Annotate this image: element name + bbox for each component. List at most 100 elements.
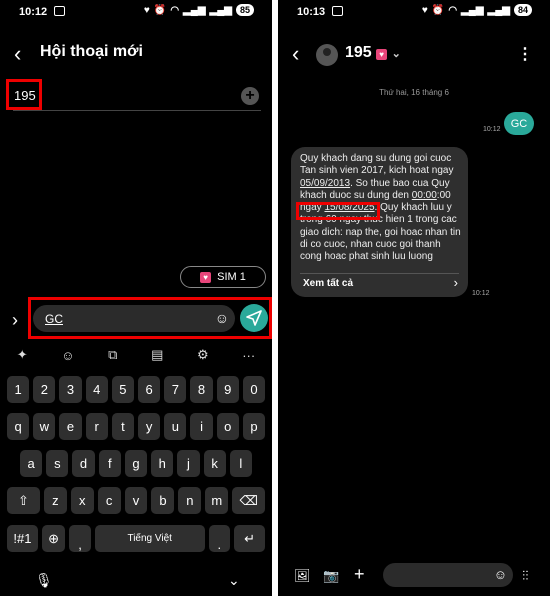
key-4[interactable]: 4 (85, 376, 108, 403)
heart-icon: ♥ (143, 4, 150, 16)
sent-message-bubble[interactable]: GC (504, 112, 534, 135)
add-attachment-icon[interactable]: + (354, 564, 365, 585)
key-!#1[interactable]: !#1 (7, 525, 38, 552)
key-5[interactable]: 5 (111, 376, 135, 403)
key-n[interactable]: n (178, 487, 202, 514)
key-⇧[interactable]: ⇧ (7, 487, 40, 514)
alarm-icon: ⏰ (153, 4, 167, 16)
signal-icon-2: ▂▄▆ (487, 4, 510, 16)
key-b[interactable]: b (151, 487, 175, 514)
more-options-icon[interactable]: ⋮ (517, 44, 533, 64)
time-link[interactable]: 00:00 (412, 190, 437, 201)
key-i[interactable]: i (190, 413, 213, 440)
camera-icon[interactable]: 📷 (323, 568, 339, 584)
date-divider: Thứ hai, 16 tháng 6 (379, 88, 449, 97)
key-f[interactable]: f (98, 450, 121, 477)
key-Tiếng Việt[interactable]: Tiếng Việt (94, 525, 205, 552)
back-button[interactable]: ‹ (292, 43, 299, 65)
key-x[interactable]: x (70, 487, 94, 514)
key-↵[interactable]: ↵ (234, 525, 265, 552)
recipient-underline (13, 110, 261, 111)
message-input[interactable]: ☺ (383, 563, 513, 587)
keyboard-row-bottom: !#1 ⊕, Tiếng Việt. ↵ (0, 525, 272, 552)
key-e[interactable]: e (59, 413, 82, 440)
key-u[interactable]: u (164, 413, 187, 440)
page-title: Hội thoại mới (40, 43, 143, 60)
signal-icon: ▂▄▆ (183, 4, 206, 16)
key-h[interactable]: h (151, 450, 174, 477)
divider (300, 273, 459, 274)
key-,[interactable]: , (69, 525, 91, 552)
key-⊕[interactable]: ⊕ (41, 525, 66, 552)
battery-indicator: 85 (235, 4, 254, 16)
status-bar: 10:13 ♥ ⏰ ◠ ▂▄▆ ▂▄▆ 84 (278, 0, 550, 26)
key-0[interactable]: 0 (242, 376, 266, 403)
gallery-icon[interactable]: 🖼 (294, 568, 311, 584)
new-conversation-screen: 10:12 ♥ ⏰ ◠ ▂▄▆ ▂▄▆ 85 ‹ Hội thoại mới 1… (0, 0, 272, 596)
key-7[interactable]: 7 (164, 376, 187, 403)
emoji-icon[interactable]: ☺ (494, 567, 507, 582)
key-s[interactable]: s (46, 450, 69, 477)
signal-icon: ▂▄▆ (461, 4, 484, 16)
avatar[interactable] (316, 44, 338, 66)
clipboard-icon[interactable]: ▤ (151, 347, 163, 363)
key-j[interactable]: j (177, 450, 200, 477)
key-o[interactable]: o (216, 413, 239, 440)
received-time: 10:12 (472, 290, 490, 297)
contact-title[interactable]: 195 ♥ ⌄ (345, 44, 401, 62)
sent-time: 10:12 (483, 126, 501, 133)
key-r[interactable]: r (85, 413, 108, 440)
key-c[interactable]: c (97, 487, 121, 514)
key-w[interactable]: w (33, 413, 56, 440)
keyboard-toolbar: ✦ ☺ ⧉ ▤ ⚙ ··· (0, 343, 272, 367)
key-3[interactable]: 3 (59, 376, 82, 403)
heart-icon: ♥ (421, 4, 428, 16)
wifi-icon: ◠ (170, 4, 180, 16)
emoji-panel-icon[interactable]: ☺ (61, 348, 74, 363)
see-all-button[interactable]: Xem tất cả (303, 278, 353, 289)
wifi-icon: ◠ (448, 4, 458, 16)
more-options-icon[interactable]: ··· (242, 348, 255, 363)
back-button[interactable]: ‹ (14, 43, 21, 65)
sim-select-button[interactable]: ♥ SIM 1 (180, 266, 266, 288)
expand-chevron-icon[interactable]: › (12, 310, 18, 331)
add-recipient-button[interactable]: + (241, 87, 259, 105)
date-link[interactable]: 05/09/2013 (300, 178, 350, 189)
microphone-icon[interactable]: 🎙 (35, 572, 53, 589)
contact-name: 195 (345, 44, 372, 61)
voice-wave-icon[interactable]: ⫶⫶ (522, 568, 529, 584)
hide-keyboard-icon[interactable]: ⌄ (228, 572, 240, 589)
sim-label: SIM 1 (217, 271, 246, 283)
sim-heart-icon: ♥ (200, 271, 212, 283)
key-k[interactable]: k (203, 450, 226, 477)
screenshot-icon (54, 6, 65, 16)
key-6[interactable]: 6 (138, 376, 161, 403)
highlight-composer (28, 297, 272, 339)
key-.[interactable]: . (208, 525, 231, 552)
key-p[interactable]: p (242, 413, 266, 440)
ai-sparkle-icon[interactable]: ✦ (17, 347, 28, 363)
key-q[interactable]: q (7, 413, 30, 440)
settings-gear-icon[interactable]: ⚙ (197, 347, 209, 363)
key-v[interactable]: v (124, 487, 148, 514)
key-y[interactable]: y (138, 413, 161, 440)
key-⌫[interactable]: ⌫ (232, 487, 266, 514)
key-8[interactable]: 8 (190, 376, 213, 403)
key-t[interactable]: t (111, 413, 135, 440)
keyboard-row-3: ⇧ z x c v b n m ⌫ (0, 487, 272, 514)
received-message-bubble[interactable]: Quy khach dang su dung goi cuoc Tan sinh… (291, 147, 468, 297)
key-z[interactable]: z (43, 487, 67, 514)
key-1[interactable]: 1 (7, 376, 30, 403)
signal-icon-2: ▂▄▆ (209, 4, 232, 16)
key-a[interactable]: a (20, 450, 43, 477)
key-9[interactable]: 9 (216, 376, 239, 403)
key-l[interactable]: l (229, 450, 252, 477)
status-time: 10:12 (19, 6, 48, 18)
battery-indicator: 84 (513, 4, 532, 16)
sticker-icon[interactable]: ⧉ (108, 347, 117, 363)
keyboard-row-2: asdfghjkl (0, 450, 272, 477)
key-2[interactable]: 2 (33, 376, 56, 403)
key-m[interactable]: m (205, 487, 229, 514)
key-d[interactable]: d (72, 450, 95, 477)
key-g[interactable]: g (124, 450, 148, 477)
